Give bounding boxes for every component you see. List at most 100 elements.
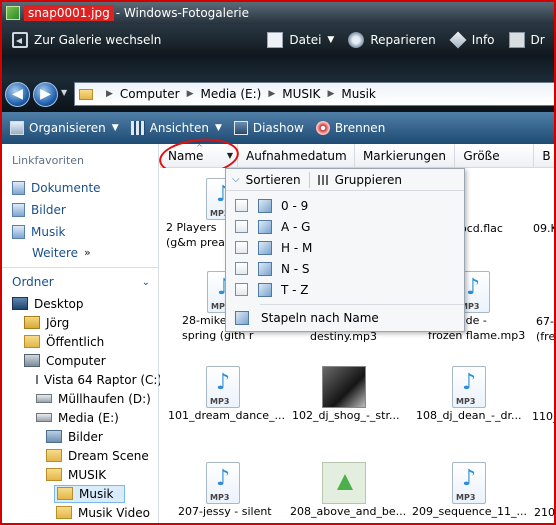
filter-label: H - M (281, 240, 313, 255)
filter-range-a-g[interactable]: A - G (226, 216, 464, 237)
tree-label: Bilder (68, 429, 103, 444)
file-item[interactable]: 09.Ko (533, 178, 554, 236)
filter-checkbox[interactable] (235, 283, 248, 296)
file-name: 09.Ko (533, 222, 554, 235)
breadcrumb[interactable]: ▶ Computer ▶ Media (E:) ▶ MUSIK ▶ Musik (74, 82, 554, 106)
music-note-icon: ♪ (462, 466, 477, 491)
column-label: Größe (463, 148, 500, 163)
group-label: Gruppieren (334, 172, 403, 187)
filter-range-h-m[interactable]: H - M (226, 237, 464, 258)
column-header-more[interactable]: B (534, 144, 554, 167)
filter-checkbox[interactable] (235, 220, 248, 233)
documents-icon (12, 181, 25, 195)
filter-checkbox[interactable] (235, 199, 248, 212)
breadcrumb-separator-icon[interactable]: ▶ (268, 89, 275, 99)
desktop-icon (12, 297, 28, 310)
file-item[interactable]: 102_dj_shog_-_str... (292, 366, 400, 423)
tree-item-public[interactable]: Öffentlich (2, 332, 158, 351)
tree-label: Computer (46, 353, 106, 368)
filter-range-t-z[interactable]: T - Z (226, 279, 464, 300)
recent-pages-dropdown[interactable]: ▼ (61, 88, 67, 97)
file-item[interactable]: 210 (534, 462, 554, 520)
tree-item-dream-scene[interactable]: Dream Scene (2, 446, 158, 465)
filter-checkbox[interactable] (235, 241, 248, 254)
slideshow-label: Diashow (252, 121, 304, 135)
thumbnail-area (534, 462, 554, 505)
tree-item-drive-c[interactable]: Vista 64 Raptor (C:) (2, 370, 162, 389)
print-button[interactable]: Dr (502, 24, 545, 56)
favorite-music[interactable]: Musik (2, 219, 158, 241)
mp3-file-icon: ♪ MP3 (206, 366, 240, 408)
tree-item-computer[interactable]: Computer (2, 351, 158, 370)
slideshow-button[interactable]: Diashow (228, 121, 310, 135)
filter-label: A - G (281, 219, 311, 234)
column-header-date-taken[interactable]: Aufnahmedatum (238, 144, 355, 167)
favorite-pictures[interactable]: Bilder (2, 197, 158, 219)
tree-item-musik-video[interactable]: Musik Video (2, 503, 158, 522)
organize-button[interactable]: Organisieren ▼ (4, 121, 125, 135)
favorite-label: Bilder (31, 203, 66, 217)
go-to-gallery-button[interactable]: Zur Galerie wechseln (5, 24, 168, 56)
navigation-pane: Linkfavoriten Dokumente Bilder Musik Wei… (2, 144, 162, 523)
info-button[interactable]: Info (443, 24, 502, 56)
filter-checkbox[interactable] (235, 262, 248, 275)
tree-item-drive-e[interactable]: Media (E:) (2, 408, 158, 427)
user-folder-icon (24, 316, 40, 329)
tree-item-user[interactable]: Jörg (2, 313, 158, 332)
tree-item-pictures[interactable]: Bilder (2, 427, 158, 446)
chevron-down-icon[interactable]: ▼ (227, 151, 233, 160)
file-item[interactable]: 208_above_and_be... (290, 462, 406, 519)
stack-icon (258, 261, 272, 276)
column-header-name[interactable]: ^ Name ▼ (160, 143, 239, 167)
tree-item-drive-d[interactable]: Müllhaufen (D:) (2, 389, 158, 408)
tree-item-musik[interactable]: Musik (2, 484, 158, 503)
breadcrumb-musik-upper[interactable]: MUSIK (282, 87, 320, 101)
column-header-size[interactable]: Größe (455, 144, 535, 167)
breadcrumb-separator-icon[interactable]: ▶ (187, 89, 194, 99)
folder-icon (79, 88, 93, 100)
command-bar: Zur Galerie wechseln Datei ▼ Reparieren … (2, 24, 554, 56)
stack-by-name-option[interactable]: Stapeln nach Name (226, 307, 464, 329)
file-item[interactable]: ♪ MP3 207-jessy - silent (178, 462, 278, 519)
tree-item-desktop[interactable]: Desktop (2, 294, 158, 313)
tree-label: Müllhaufen (D:) (58, 391, 151, 406)
file-item[interactable]: 110_ (532, 366, 554, 424)
back-button[interactable]: ◀ (5, 82, 30, 107)
file-icon (267, 32, 284, 48)
sort-option[interactable]: ⌵ Sortieren (232, 173, 301, 187)
breadcrumb-media[interactable]: Media (E:) (201, 87, 262, 101)
breadcrumb-musik[interactable]: Musik (341, 87, 376, 101)
filter-range-0-9[interactable]: 0 - 9 (226, 195, 464, 216)
forward-button[interactable]: ▶ (33, 82, 58, 107)
burn-button[interactable]: Brennen (310, 121, 391, 135)
views-button[interactable]: Ansichten ▼ (125, 121, 228, 135)
repair-button[interactable]: Reparieren (341, 24, 442, 56)
filter-range-n-s[interactable]: N - S (226, 258, 464, 279)
column-header-tags[interactable]: Markierungen (355, 144, 456, 167)
breadcrumb-computer[interactable]: Computer (120, 87, 180, 101)
tree-item-musik-upper[interactable]: MUSIK (2, 465, 158, 484)
file-item[interactable]: ♪ MP3 209_sequence_11_... (412, 462, 527, 519)
group-option[interactable]: Gruppieren (317, 172, 403, 187)
views-icon (130, 121, 145, 135)
favorite-documents[interactable]: Dokumente (2, 175, 158, 197)
file-item[interactable]: 67-l (fre (536, 271, 554, 344)
filter-label: 0 - 9 (281, 198, 309, 213)
breadcrumb-separator-icon[interactable]: ▶ (106, 89, 113, 99)
menu-separator (260, 304, 464, 305)
chevron-down-icon: ⌄ (141, 276, 150, 288)
go-to-gallery-label: Zur Galerie wechseln (34, 33, 162, 47)
file-item[interactable]: ♪ MP3 101_dream_dance_... (168, 366, 285, 423)
file-name: 102_dj_shog_-_str... (292, 409, 400, 422)
folder-icon (24, 335, 40, 348)
file-item[interactable]: ♪ MP3 108_dj_dean_-_dr... (416, 366, 521, 423)
tree-label: MUSIK (68, 467, 107, 482)
folders-header[interactable]: Ordner ⌄ (2, 268, 158, 290)
file-menu-button[interactable]: Datei ▼ (260, 24, 341, 56)
breadcrumb-separator-icon[interactable]: ▶ (327, 89, 334, 99)
more-favorites-link[interactable]: Weitere » (2, 241, 158, 261)
music-note-icon: ♪ (466, 275, 481, 300)
music-note-icon: ♪ (462, 370, 477, 395)
stack-icon (258, 240, 272, 255)
mp3-file-icon: ♪ MP3 (206, 462, 240, 504)
